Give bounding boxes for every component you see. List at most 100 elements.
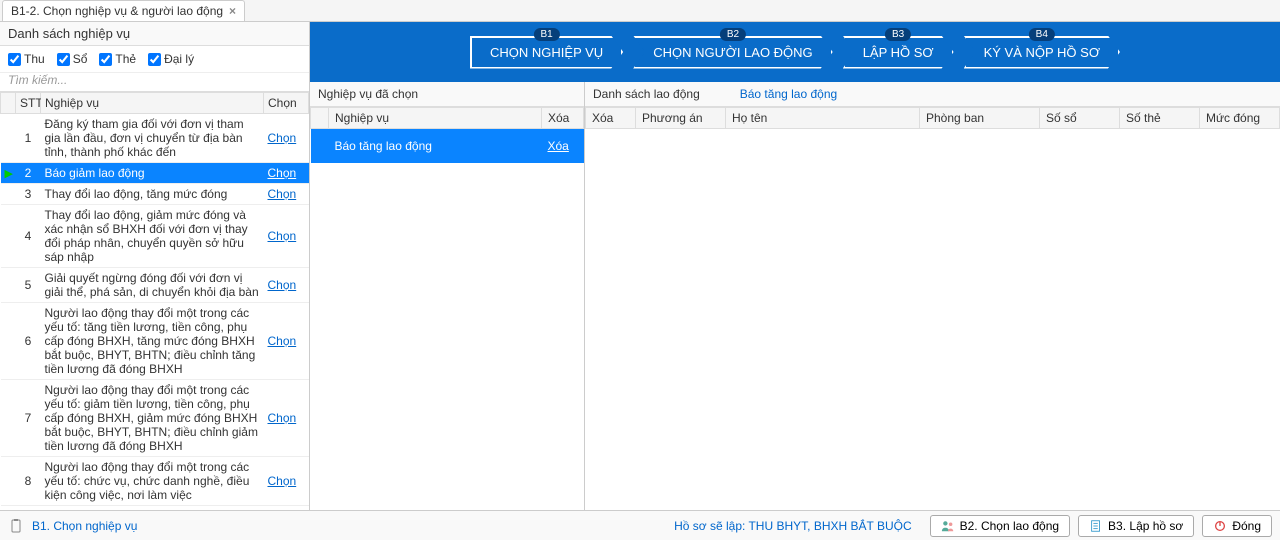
btn-close[interactable]: Đóng [1202,515,1272,537]
tab-title: B1-2. Chọn nghiệp vụ & người lao động [11,4,223,18]
col-nghiepvu: Nghiệp vụ [41,93,264,114]
btn-chon-lao-dong[interactable]: B2. Chọn lao động [930,515,1070,537]
footer-step-label: B1. Chọn nghiệp vụ [32,519,137,533]
row-nghiepvu: Người lao động nghỉ việc hưởng chế độ ốm… [41,506,264,511]
col-sothe: Số thẻ [1120,108,1200,129]
tab-bar: B1-2. Chọn nghiệp vụ & người lao động × [0,0,1280,22]
col-hoten: Họ tên [726,108,920,129]
row-indicator [1,268,16,303]
filter-thu[interactable]: Thu [8,52,45,66]
row-stt: 4 [16,205,41,268]
step-badge: B1 [533,28,559,41]
row-chon-link[interactable]: Chọn [268,166,297,180]
filter-daily[interactable]: Đại lý [148,52,194,66]
task-row[interactable]: 4Thay đổi lao động, giảm mức đóng và xác… [1,205,309,268]
filter-daily-checkbox[interactable] [148,53,161,66]
clipboard-icon [8,518,24,534]
filter-the-checkbox[interactable] [99,53,112,66]
col-mucdong: Mức đóng [1200,108,1280,129]
chosen-row-delete[interactable]: Xóa [548,139,569,153]
workers-body [585,129,1280,510]
document-icon [1089,519,1103,533]
row-chon-link[interactable]: Chọn [268,131,297,145]
filter-the[interactable]: Thẻ [99,52,136,66]
row-nghiepvu: Thay đổi lao động, tăng mức đóng [41,184,264,205]
col-phuongan: Phương án [636,108,726,129]
row-stt: 3 [16,184,41,205]
filter-thu-checkbox[interactable] [8,53,21,66]
task-row[interactable]: 1Đăng ký tham gia đối với đơn vị tham gi… [1,114,309,163]
chosen-row[interactable]: Báo tăng lao động Xóa [311,129,584,164]
right-panel: B1 CHỌN NGHIỆP VỤ B2 CHỌN NGƯỜI LAO ĐỘNG… [310,22,1280,510]
row-stt: 8 [16,457,41,506]
row-indicator [1,205,16,268]
col-indicator [311,108,329,129]
task-row[interactable]: 6Người lao động thay đổi một trong các y… [1,303,309,380]
chosen-panel: Nghiệp vụ đã chọn Nghiệp vụ Xóa Báo tăng… [310,82,585,510]
filter-so[interactable]: Sổ [57,52,88,66]
step-badge: B2 [720,28,746,41]
row-indicator: ▶ [1,163,16,184]
search-input[interactable]: Tìm kiếm... [0,73,309,92]
step-b3[interactable]: B3 LẬP HỒ SƠ [843,36,954,69]
footer: B1. Chọn nghiệp vụ Hồ sơ sẽ lập: THU BHY… [0,510,1280,540]
row-indicator [1,506,16,511]
left-panel-header: Danh sách nghiệp vụ [0,22,309,46]
row-chon-link[interactable]: Chọn [268,334,297,348]
col-phongban: Phòng ban [920,108,1040,129]
task-row[interactable]: 5Giải quyết ngừng đóng đối với đơn vị gi… [1,268,309,303]
row-stt: 6 [16,303,41,380]
row-indicator [1,114,16,163]
row-nghiepvu: Người lao động thay đổi một trong các yế… [41,380,264,457]
row-indicator [1,380,16,457]
col-chon: Chọn [264,93,309,114]
col-soso: Số sổ [1040,108,1120,129]
row-stt: 1 [16,114,41,163]
left-panel: Danh sách nghiệp vụ Thu Sổ Thẻ Đại lý Tì… [0,22,310,510]
workers-panel: Danh sách lao động Báo tăng lao động Xóa… [585,82,1280,510]
row-indicator [1,457,16,506]
chosen-row-label: Báo tăng lao động [329,129,542,164]
task-row[interactable]: 3Thay đổi lao động, tăng mức đóng Chọn [1,184,309,205]
close-tab-icon[interactable]: × [229,4,236,18]
row-chon-link[interactable]: Chọn [268,474,297,488]
people-icon [941,519,955,533]
workers-header: Danh sách lao động Báo tăng lao động [585,82,1280,107]
row-nghiepvu: Giải quyết ngừng đóng đối với đơn vị giả… [41,268,264,303]
workers-title: Danh sách lao động [593,87,700,101]
step-bar: B1 CHỌN NGHIỆP VỤ B2 CHỌN NGƯỜI LAO ĐỘNG… [310,22,1280,82]
row-nghiepvu: Người lao động thay đổi một trong các yế… [41,457,264,506]
task-row[interactable]: ▶2Báo giảm lao động Chọn [1,163,309,184]
filter-row: Thu Sổ Thẻ Đại lý [0,46,309,73]
workers-subtitle: Báo tăng lao động [740,87,837,101]
arrow-icon: ▶ [5,168,13,180]
footer-info: Hồ sơ sẽ lập: THU BHYT, BHXH BẮT BUỘC [674,519,912,533]
row-stt: 7 [16,380,41,457]
col-xoa: Xóa [586,108,636,129]
task-row[interactable]: 9Người lao động nghỉ việc hưởng chế độ ố… [1,506,309,511]
row-nghiepvu: Đăng ký tham gia đối với đơn vị tham gia… [41,114,264,163]
row-chon-link[interactable]: Chọn [268,278,297,292]
row-stt: 2 [16,163,41,184]
col-chosen-nv: Nghiệp vụ [329,108,542,129]
row-chon-link[interactable]: Chọn [268,229,297,243]
row-nghiepvu: Báo giảm lao động [41,163,264,184]
chosen-header: Nghiệp vụ đã chọn [310,82,584,107]
row-indicator [1,184,16,205]
step-b4[interactable]: B4 KÝ VÀ NỘP HỒ SƠ [964,36,1120,69]
col-chosen-xoa: Xóa [542,108,584,129]
row-chon-link[interactable]: Chọn [268,187,297,201]
task-row[interactable]: 8Người lao động thay đổi một trong các y… [1,457,309,506]
step-b2[interactable]: B2 CHỌN NGƯỜI LAO ĐỘNG [633,36,833,69]
row-chon-link[interactable]: Chọn [268,411,297,425]
row-stt: 5 [16,268,41,303]
btn-lap-ho-so[interactable]: B3. Lập hồ sơ [1078,515,1194,537]
step-badge: B3 [885,28,911,41]
active-tab[interactable]: B1-2. Chọn nghiệp vụ & người lao động × [2,0,245,21]
filter-so-checkbox[interactable] [57,53,70,66]
col-indicator [1,93,16,114]
task-row[interactable]: 7Người lao động thay đổi một trong các y… [1,380,309,457]
step-b1[interactable]: B1 CHỌN NGHIỆP VỤ [470,36,623,69]
row-stt: 9 [16,506,41,511]
row-nghiepvu: Thay đổi lao động, giảm mức đóng và xác … [41,205,264,268]
